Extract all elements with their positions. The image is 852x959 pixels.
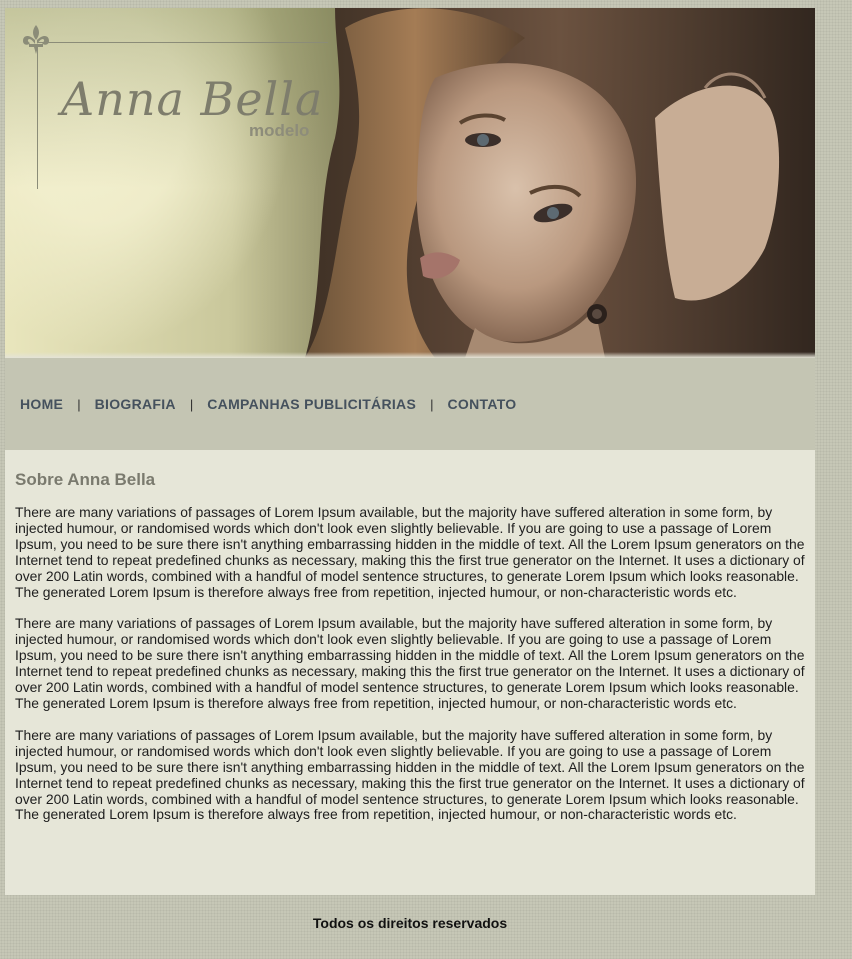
- main-navigation: HOME | BIOGRAFIA | CAMPANHAS PUBLICITÁRI…: [5, 358, 815, 450]
- fleur-de-lis-icon: [23, 25, 49, 54]
- logo-rule-horizontal: [37, 42, 328, 43]
- nav-campanhas[interactable]: CAMPANHAS PUBLICITÁRIAS: [207, 396, 416, 412]
- content-paragraph: There are many variations of passages of…: [15, 726, 805, 823]
- header-banner: Anna Bella modelo: [5, 8, 815, 358]
- banner-bottom-edge: [5, 352, 815, 358]
- content-paragraph: There are many variations of passages of…: [15, 615, 805, 711]
- logo[interactable]: Anna Bella modelo: [5, 8, 345, 208]
- logo-name: Anna Bella: [61, 72, 324, 126]
- nav-separator: |: [77, 396, 81, 412]
- logo-rule-vertical: [37, 44, 38, 189]
- logo-subtitle: modelo: [249, 121, 310, 140]
- footer: Todos os direitos reservados: [5, 895, 815, 931]
- nav-separator: |: [189, 396, 194, 412]
- nav-biografia[interactable]: BIOGRAFIA: [95, 396, 176, 412]
- nav-home[interactable]: HOME: [20, 396, 63, 412]
- nav-separator: |: [430, 396, 434, 412]
- footer-copyright: Todos os direitos reservados: [312, 915, 508, 931]
- content-paragraph: There are many variations of passages of…: [15, 504, 805, 600]
- section-title: Sobre Anna Bella: [15, 470, 156, 489]
- page-wrapper: Anna Bella modelo HOME | BIOGRAFIA | CAM…: [5, 8, 815, 931]
- nav-contato[interactable]: CONTATO: [448, 396, 517, 412]
- content-section: Sobre Anna Bella There are many variatio…: [5, 450, 815, 895]
